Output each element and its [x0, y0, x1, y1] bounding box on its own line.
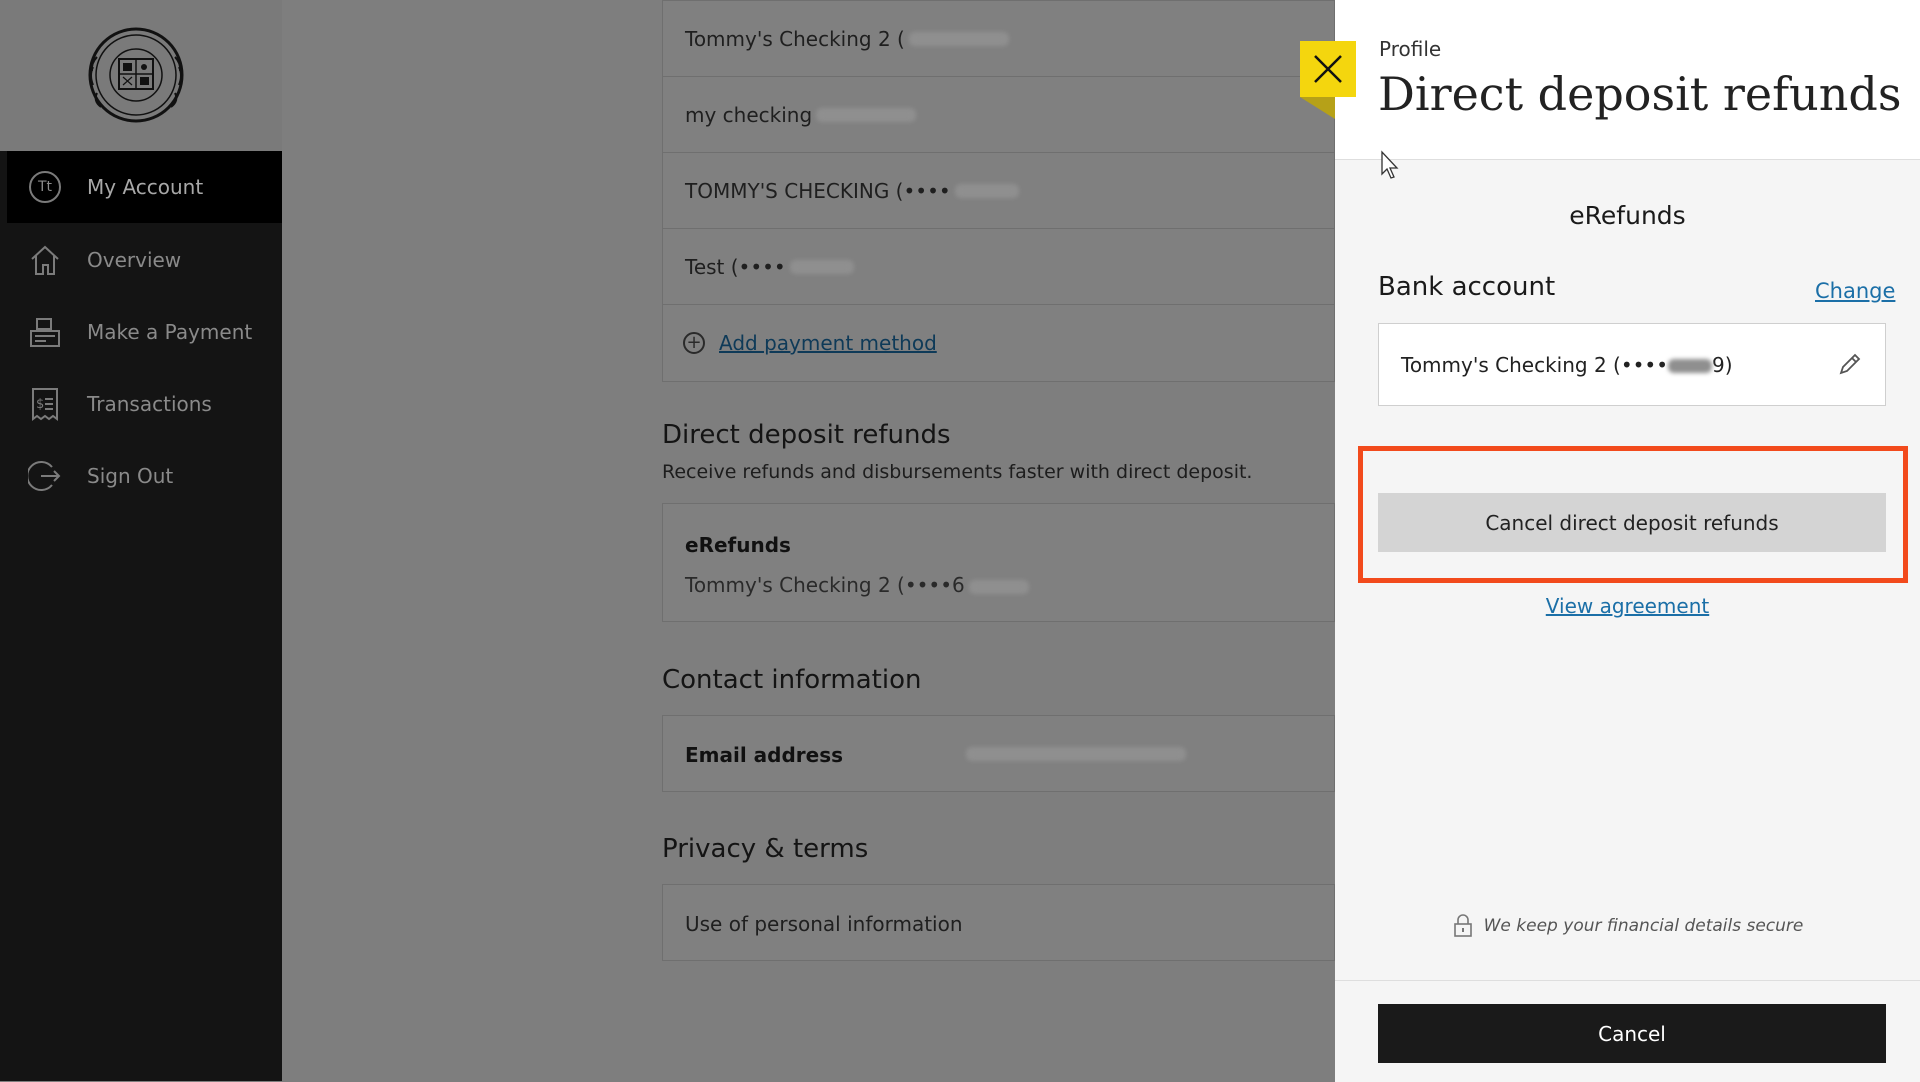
- avatar-icon: Tt: [27, 169, 63, 205]
- register-icon: [27, 314, 63, 350]
- masked-email: [966, 747, 1186, 761]
- privacy-item: Use of personal information: [685, 912, 963, 936]
- university-seal-logo: [88, 27, 184, 123]
- change-link[interactable]: Change: [1815, 279, 1895, 303]
- contact-heading: Contact information: [662, 665, 922, 695]
- secure-note: We keep your financial details secure: [1335, 914, 1920, 938]
- direct-deposit-heading: Direct deposit refunds: [662, 420, 951, 450]
- masked-digits: [1668, 359, 1713, 373]
- payment-method-name: Tommy's Checking 2 (: [685, 26, 905, 51]
- receipt-icon: $: [27, 386, 63, 422]
- sidebar-item-label: Overview: [87, 248, 182, 272]
- masked-digits: [954, 183, 1019, 198]
- close-button[interactable]: [1300, 41, 1356, 97]
- lock-icon: [1453, 914, 1472, 937]
- sidebar-item-label: My Account: [87, 175, 204, 199]
- bank-account-value: Tommy's Checking 2 (•••• 9): [1401, 352, 1733, 377]
- page-title: Direct deposit refunds: [1378, 67, 1902, 121]
- payment-method-name: Test (••••: [685, 254, 786, 279]
- secure-note-text: We keep your financial details secure: [1483, 916, 1804, 936]
- payment-method-row[interactable]: TOMMY'S CHECKING (••••: [663, 153, 1334, 229]
- sidebar-item-transactions[interactable]: $ Transactions: [7, 368, 282, 440]
- close-button-tail: [1300, 97, 1335, 119]
- privacy-card[interactable]: Use of personal information: [662, 884, 1335, 961]
- breadcrumb: Profile: [1379, 37, 1442, 61]
- svg-text:$: $: [36, 397, 44, 412]
- sidebar-item-my-account[interactable]: Tt My Account: [7, 151, 282, 223]
- payment-method-row[interactable]: Test (••••: [663, 229, 1334, 305]
- payment-method-name: my checking: [685, 102, 813, 127]
- direct-deposit-description: Receive refunds and disbursements faster…: [662, 461, 1253, 483]
- logo-area: [0, 0, 282, 151]
- sidebar-item-overview[interactable]: Overview: [7, 224, 282, 296]
- view-agreement-link[interactable]: View agreement: [1546, 594, 1709, 618]
- sidebar-item-make-payment[interactable]: Make a Payment: [7, 296, 282, 368]
- sign-out-icon: [27, 458, 63, 494]
- masked-digits: [789, 259, 854, 274]
- bank-account-field[interactable]: Tommy's Checking 2 (•••• 9): [1378, 323, 1886, 406]
- home-icon: [27, 242, 63, 278]
- sidebar-item-sign-out[interactable]: Sign Out: [7, 440, 282, 512]
- sidebar-item-label: Transactions: [87, 392, 212, 416]
- masked-digits: [908, 31, 1009, 46]
- sidebar-item-label: Make a Payment: [87, 320, 253, 344]
- view-agreement-row: View agreement: [1335, 594, 1920, 618]
- sidebar-item-label: Sign Out: [87, 464, 174, 488]
- payment-method-row[interactable]: my checking: [663, 77, 1334, 153]
- masked-digits: [816, 107, 917, 122]
- pencil-icon[interactable]: [1837, 351, 1863, 377]
- payment-methods-list: Tommy's Checking 2 ( my checking TOMMY'S…: [662, 0, 1335, 382]
- bank-account-heading: Bank account: [1378, 272, 1556, 302]
- email-label: Email address: [685, 743, 844, 767]
- plus-circle-icon: +: [683, 332, 705, 354]
- add-payment-method-link[interactable]: + Add payment method: [663, 305, 1334, 381]
- erefunds-card-account: Tommy's Checking 2 (••••6: [685, 573, 1029, 597]
- payment-method-row[interactable]: Tommy's Checking 2 (: [663, 1, 1334, 77]
- cancel-button[interactable]: Cancel: [1378, 1004, 1886, 1063]
- privacy-heading: Privacy & terms: [662, 834, 869, 864]
- add-payment-method-label: Add payment method: [719, 331, 937, 355]
- section-title: eRefunds: [1569, 201, 1686, 230]
- sidebar: Tt My Account Overview Make a Payment $ …: [0, 0, 282, 1081]
- cancel-direct-deposit-button[interactable]: Cancel direct deposit refunds: [1378, 493, 1886, 552]
- erefunds-card[interactable]: eRefunds Tommy's Checking 2 (••••6: [662, 503, 1335, 622]
- avatar: Tt: [29, 171, 61, 203]
- payment-method-name: TOMMY'S CHECKING (••••: [685, 178, 951, 203]
- mouse-cursor-icon: [1381, 150, 1399, 179]
- masked-digits: [968, 579, 1029, 594]
- erefunds-card-title: eRefunds: [685, 533, 791, 557]
- email-card[interactable]: Email address: [662, 715, 1335, 792]
- drawer-header: Profile Direct deposit refunds: [1335, 0, 1920, 160]
- close-icon: [1314, 55, 1342, 83]
